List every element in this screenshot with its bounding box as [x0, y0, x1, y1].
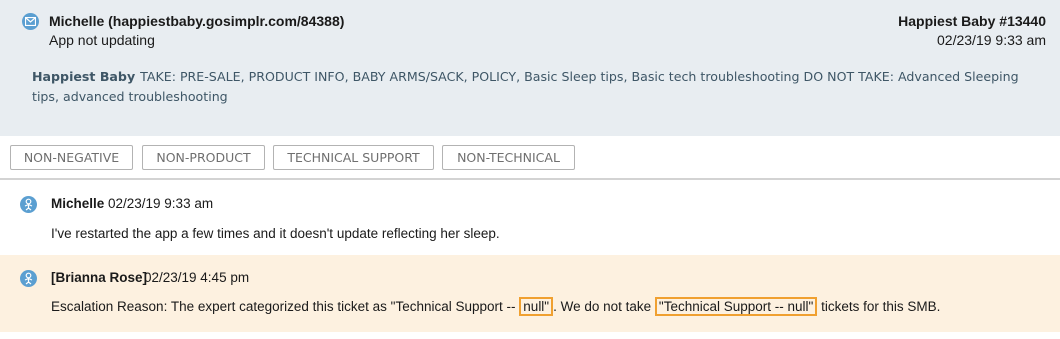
tag-non-product[interactable]: NON-PRODUCT — [142, 145, 265, 170]
highlighted-text: null" — [519, 297, 554, 316]
message-author: [Brianna Rose] — [51, 270, 148, 285]
envelope-icon — [22, 13, 39, 30]
tag-non-technical[interactable]: NON-TECHNICAL — [442, 145, 575, 170]
highlighted-text: "Technical Support -- null" — [654, 297, 818, 316]
body-text-part: . We do not take — [553, 299, 655, 314]
policy-text: TAKE: PRE-SALE, PRODUCT INFO, BABY ARMS/… — [32, 69, 1019, 104]
message-body: Escalation Reason: The expert categorize… — [51, 297, 941, 316]
message-author: Michelle — [51, 196, 105, 211]
brand-ticket-id[interactable]: Happiest Baby #13440 — [898, 13, 1046, 29]
user-icon — [20, 196, 37, 213]
tag-bar: NON-NEGATIVE NON-PRODUCT TECHNICAL SUPPO… — [0, 136, 1060, 180]
message-timestamp: 02/23/19 9:33 am — [108, 196, 214, 211]
body-text-part: Escalation Reason: The expert categorize… — [51, 299, 516, 314]
message-agent: [Brianna Rose] 02/23/19 4:45 pm Escalati… — [0, 255, 1060, 332]
customer-name[interactable]: Michelle (happiestbaby.gosimplr.com/8438… — [49, 13, 344, 29]
ticket-date: 02/23/19 9:33 am — [937, 32, 1046, 48]
message-customer: Michelle 02/23/19 9:33 am I've restarted… — [0, 182, 1060, 255]
message-timestamp: 02/23/19 4:45 pm — [144, 270, 250, 285]
expert-icon — [20, 270, 37, 287]
body-text-part: tickets for this SMB. — [817, 299, 941, 314]
tag-non-negative[interactable]: NON-NEGATIVE — [10, 145, 133, 170]
message-body: I've restarted the app a few times and i… — [51, 226, 500, 241]
ticket-header: Michelle (happiestbaby.gosimplr.com/8438… — [0, 0, 1060, 136]
ticket-subject: App not updating — [49, 32, 155, 48]
brand-policy: Happiest Baby TAKE: PRE-SALE, PRODUCT INF… — [32, 67, 1022, 107]
tag-technical-support[interactable]: TECHNICAL SUPPORT — [273, 145, 434, 170]
brand-name: Happiest Baby — [32, 69, 136, 84]
